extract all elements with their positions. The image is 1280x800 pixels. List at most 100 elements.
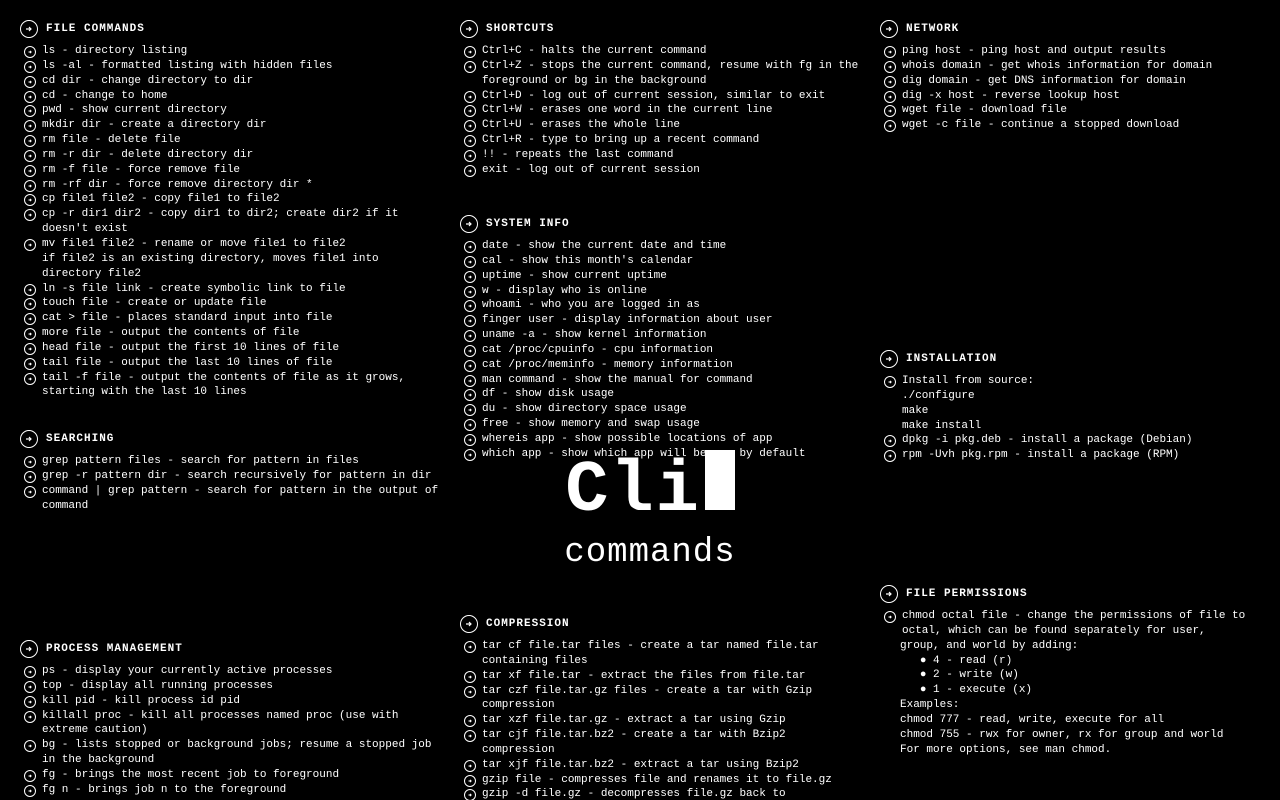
item-bullet-icon <box>884 105 896 117</box>
command-text: tar xzf file.tar.gz - extract a tar usin… <box>482 713 860 728</box>
command-text: Ctrl+D - log out of current session, sim… <box>482 89 860 104</box>
section-title: SYSTEM INFO <box>486 217 570 232</box>
command-item: tar cjf file.tar.bz2 - create a tar with… <box>464 728 860 758</box>
command-item: Ctrl+Z - stops the current command, resu… <box>464 59 860 89</box>
command-text: Ctrl+U - erases the whole line <box>482 118 860 133</box>
command-text: tar xf file.tar - extract the files from… <box>482 669 860 684</box>
command-text: killall proc - kill all processes named … <box>42 709 440 739</box>
logo-text: Cli <box>565 450 701 532</box>
command-item: ln -s file link - create symbolic link t… <box>24 282 440 297</box>
command-text: grep -r pattern dir - search recursively… <box>42 469 440 484</box>
section-arrow-icon <box>880 20 898 38</box>
command-item: grep pattern files - search for pattern … <box>24 454 440 469</box>
command-item: rm -r dir - delete directory dir <box>24 148 440 163</box>
command-text: top - display all running processes <box>42 679 440 694</box>
command-item: tar xjf file.tar.bz2 - extract a tar usi… <box>464 758 860 773</box>
command-text: bg - lists stopped or background jobs; r… <box>42 738 440 768</box>
command-item: tar czf file.tar.gz files - create a tar… <box>464 684 860 714</box>
command-item: finger user - display information about … <box>464 313 860 328</box>
section-header: SHORTCUTS <box>460 20 860 38</box>
section-items: ps - display your currently active proce… <box>20 664 440 798</box>
section-title: COMPRESSION <box>486 617 570 632</box>
command-item: wget file - download file <box>884 103 1260 118</box>
section-items: chmod octal file - change the permission… <box>880 609 1260 639</box>
item-bullet-icon <box>464 671 476 683</box>
item-bullet-icon <box>24 711 36 723</box>
command-text: whois domain - get whois information for… <box>902 59 1260 74</box>
command-text: pwd - show current directory <box>42 103 440 118</box>
command-text: command | grep pattern - search for patt… <box>42 484 440 514</box>
section-compression: COMPRESSION tar cf file.tar files - creat… <box>460 615 860 800</box>
command-text: ln -s file link - create symbolic link t… <box>42 282 440 297</box>
item-bullet-icon <box>464 271 476 283</box>
command-item: command | grep pattern - search for patt… <box>24 484 440 514</box>
section-header: FILE COMMANDS <box>20 20 440 38</box>
section-shortcuts: SHORTCUTS Ctrl+C - halts the current comm… <box>460 20 860 178</box>
command-text: cat /proc/meminfo - memory information <box>482 358 860 373</box>
item-bullet-icon <box>884 46 896 58</box>
item-bullet-icon <box>24 358 36 370</box>
item-bullet-icon <box>24 298 36 310</box>
command-item: cp file1 file2 - copy file1 to file2 <box>24 192 440 207</box>
section-items: grep pattern files - search for pattern … <box>20 454 440 513</box>
section-installation: INSTALLATIONInstall from source: ./confi… <box>880 350 1260 463</box>
command-text: dig domain - get DNS information for dom… <box>902 74 1260 89</box>
command-item: tar cf file.tar files - create a tar nam… <box>464 639 860 669</box>
extra-line: chmod 755 - rwx for owner, rx for group … <box>900 728 1260 743</box>
command-item: whois domain - get whois information for… <box>884 59 1260 74</box>
command-item: Ctrl+D - log out of current session, sim… <box>464 89 860 104</box>
section-header: SYSTEM INFO <box>460 215 860 233</box>
item-bullet-icon <box>464 449 476 461</box>
item-bullet-icon <box>464 760 476 772</box>
item-bullet-icon <box>884 376 896 388</box>
item-bullet-icon <box>464 165 476 177</box>
section-header: INSTALLATION <box>880 350 1260 368</box>
section-header: COMPRESSION <box>460 615 860 633</box>
command-item: du - show directory space usage <box>464 402 860 417</box>
command-text: ls - directory listing <box>42 44 440 59</box>
item-bullet-icon <box>24 785 36 797</box>
command-item: touch file - create or update file <box>24 296 440 311</box>
command-text: cp -r dir1 dir2 - copy dir1 to dir2; cre… <box>42 207 440 237</box>
item-bullet-icon <box>24 770 36 782</box>
section-title: INSTALLATION <box>906 352 997 367</box>
command-item: tail -f file - output the contents of fi… <box>24 371 440 401</box>
command-item: top - display all running processes <box>24 679 440 694</box>
command-item: mv file1 file2 - rename or move file1 to… <box>24 237 440 282</box>
command-item: exit - log out of current session <box>464 163 860 178</box>
command-item: fg - brings the most recent job to foreg… <box>24 768 440 783</box>
command-text: Ctrl+C - halts the current command <box>482 44 860 59</box>
item-bullet-icon <box>464 315 476 327</box>
command-item: uname -a - show kernel information <box>464 328 860 343</box>
command-item: fg n - brings job n to the foreground <box>24 783 440 798</box>
section-title: FILE COMMANDS <box>46 22 145 37</box>
item-bullet-icon <box>464 150 476 162</box>
item-bullet-icon <box>464 730 476 742</box>
item-bullet-icon <box>24 373 36 385</box>
command-text: cd - change to home <box>42 89 440 104</box>
command-item: date - show the current date and time <box>464 239 860 254</box>
item-bullet-icon <box>464 46 476 58</box>
command-text: ps - display your currently active proce… <box>42 664 440 679</box>
command-text: grep pattern files - search for pattern … <box>42 454 440 469</box>
command-item: cal - show this month's calendar <box>464 254 860 269</box>
command-text: whereis app - show possible locations of… <box>482 432 860 447</box>
item-bullet-icon <box>24 239 36 251</box>
extra-line: Examples: <box>900 698 1260 713</box>
command-item: whereis app - show possible locations of… <box>464 432 860 447</box>
command-item: Ctrl+U - erases the whole line <box>464 118 860 133</box>
command-item: df - show disk usage <box>464 387 860 402</box>
command-item: cat /proc/cpuinfo - cpu information <box>464 343 860 358</box>
command-text: mkdir dir - create a directory dir <box>42 118 440 133</box>
command-item: tail file - output the last 10 lines of … <box>24 356 440 371</box>
command-item: Ctrl+R - type to bring up a recent comma… <box>464 133 860 148</box>
section-searching: SEARCHING grep pattern files - search for… <box>20 430 440 513</box>
section-header: SEARCHING <box>20 430 440 448</box>
item-bullet-icon <box>464 434 476 446</box>
command-text: kill pid - kill process id pid <box>42 694 440 709</box>
command-text: head file - output the first 10 lines of… <box>42 341 440 356</box>
command-text: dpkg -i pkg.deb - install a package (Deb… <box>902 433 1260 448</box>
command-item: ls -al - formatted listing with hidden f… <box>24 59 440 74</box>
command-item: dig domain - get DNS information for dom… <box>884 74 1260 89</box>
section-network: NETWORKping host - ping host and output … <box>880 20 1260 133</box>
